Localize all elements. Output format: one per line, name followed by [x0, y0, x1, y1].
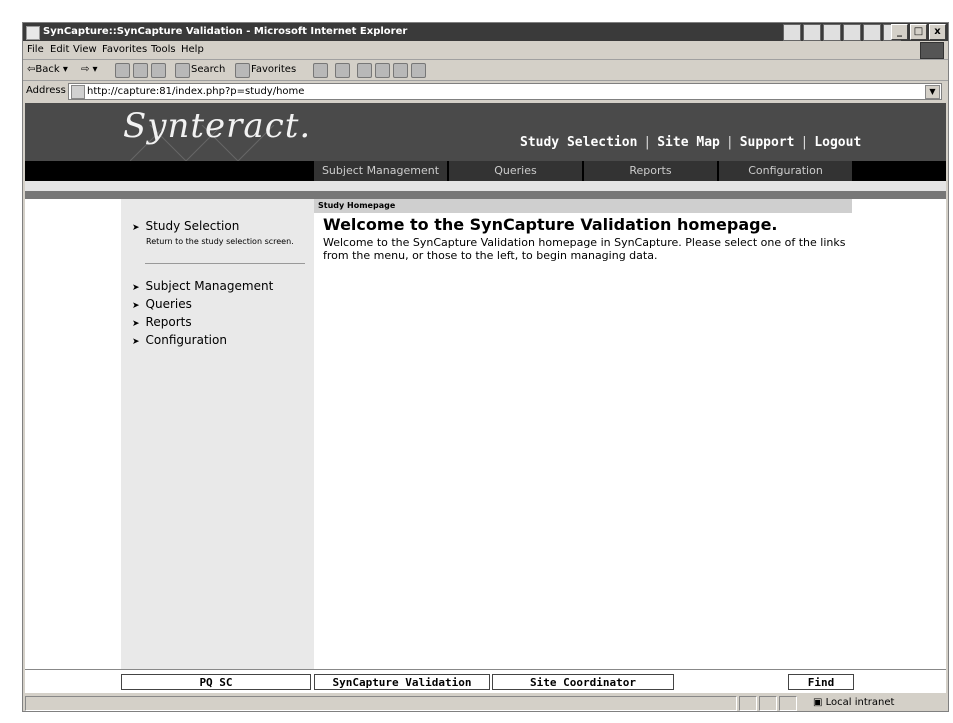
tab-queries[interactable]: Queries — [449, 161, 582, 181]
zone-indicator: ▣ Local intranet — [813, 697, 894, 708]
divider-light — [25, 181, 946, 191]
page-title: Welcome to the SynCapture Validation hom… — [323, 215, 778, 234]
clock-icon[interactable] — [863, 24, 881, 41]
minimize-button[interactable]: _ — [891, 24, 908, 40]
forward-button[interactable]: ⇨ ▾ — [81, 64, 98, 75]
status-pane — [759, 696, 777, 711]
window-icon[interactable] — [843, 24, 861, 41]
top-links: Study Selection | Site Map | Support | Logout — [520, 135, 861, 150]
section-header: Study Homepage — [314, 199, 852, 213]
window-controls: _ □ x — [891, 24, 946, 40]
study-selection-description: Return to the study selection screen. — [146, 237, 294, 246]
page-viewport: Synteract. Study Selection | Site Map | Supp… — [25, 103, 946, 693]
footer-role: Site Coordinator — [492, 674, 674, 690]
window-title: SynCapture::SynCapture Validation - Micr… — [43, 26, 408, 37]
title-bar: SynCapture::SynCapture Validation - Micr… — [23, 23, 948, 41]
find-button[interactable]: Find — [788, 674, 854, 690]
toolbar: ⇦Back ▾ ⇨ ▾ Search Favorites — [23, 60, 948, 81]
zone-label: Local intranet — [825, 697, 895, 708]
maximize-button[interactable]: □ — [910, 24, 927, 40]
synteract-logo: Synteract. — [123, 106, 312, 146]
nav-tabs: Subject Management Queries Reports Confi… — [25, 161, 946, 181]
search-button[interactable]: Search — [191, 64, 225, 75]
address-url[interactable]: http://capture:81/index.php?p=study/home — [87, 86, 304, 97]
link-site-map[interactable]: Site Map — [657, 135, 720, 150]
print-icon[interactable] — [357, 63, 372, 78]
link-logout[interactable]: Logout — [814, 135, 861, 150]
sidebar-item-label[interactable]: Configuration — [146, 333, 227, 347]
footer-user: PQ SC — [121, 674, 311, 690]
home-icon[interactable] — [151, 63, 166, 78]
sidebar-item-study-selection[interactable]: ➤ Study Selection — [132, 219, 239, 233]
arrow-icon: ➤ — [132, 223, 140, 233]
menu-favorites[interactable]: Favorites — [102, 44, 147, 55]
close-doc-icon[interactable] — [823, 24, 841, 41]
search-icon[interactable] — [175, 63, 190, 78]
arrow-icon: ➤ — [132, 319, 140, 329]
menu-help[interactable]: Help — [181, 44, 204, 55]
separator: | — [643, 135, 652, 150]
divider-dark — [25, 191, 946, 199]
favorites-button[interactable]: Favorites — [251, 64, 296, 75]
separator: | — [800, 135, 809, 150]
status-pane — [739, 696, 757, 711]
sidebar-item-label[interactable]: Subject Management — [146, 279, 274, 293]
sidebar-item-configuration[interactable]: ➤ Configuration — [132, 333, 227, 347]
link-study-selection[interactable]: Study Selection — [520, 135, 637, 150]
edit-page-icon[interactable] — [375, 63, 390, 78]
ie-icon — [26, 26, 40, 40]
messenger-icon[interactable] — [411, 63, 426, 78]
refresh-icon[interactable] — [133, 63, 148, 78]
history-icon[interactable] — [313, 63, 328, 78]
link-support[interactable]: Support — [740, 135, 795, 150]
sidebar-item-reports[interactable]: ➤ Reports — [132, 315, 192, 329]
sidebar-item-label[interactable]: Queries — [146, 297, 192, 311]
sidebar-item-label[interactable]: Study Selection — [146, 219, 240, 233]
status-pane — [779, 696, 797, 711]
back-button[interactable]: ⇦Back ▾ — [27, 64, 68, 75]
footer-study: SynCapture Validation — [314, 674, 490, 690]
ie-throbber-icon — [920, 42, 944, 59]
word-icon[interactable] — [803, 24, 821, 41]
site-banner: Synteract. Study Selection | Site Map | Supp… — [25, 103, 946, 161]
arrow-icon: ➤ — [132, 283, 140, 293]
sidebar-item-subject-management[interactable]: ➤ Subject Management — [132, 279, 273, 293]
tab-subject-management[interactable]: Subject Management — [314, 161, 447, 181]
app-icon[interactable] — [783, 24, 801, 41]
discuss-icon[interactable] — [393, 63, 408, 78]
menu-file[interactable]: File — [27, 44, 44, 55]
tab-configuration[interactable]: Configuration — [719, 161, 852, 181]
arrow-icon: ➤ — [132, 301, 140, 311]
sidebar-divider — [145, 263, 305, 264]
close-button[interactable]: x — [929, 24, 946, 40]
arrow-icon: ➤ — [132, 337, 140, 347]
tab-reports[interactable]: Reports — [584, 161, 717, 181]
left-sidebar — [121, 199, 314, 669]
menu-bar: File Edit View Favorites Tools Help — [23, 41, 948, 60]
menu-view[interactable]: View — [73, 44, 97, 55]
separator: | — [725, 135, 734, 150]
mail-icon[interactable] — [335, 63, 350, 78]
status-bar: ▣ Local intranet — [23, 695, 948, 711]
favorites-icon[interactable] — [235, 63, 250, 78]
intranet-icon: ▣ — [813, 697, 826, 708]
menu-edit[interactable]: Edit — [50, 44, 69, 55]
status-text-pane — [25, 696, 737, 711]
browser-window: SynCapture::SynCapture Validation - Micr… — [22, 22, 949, 712]
taskbar-icons — [783, 24, 901, 41]
address-input[interactable]: http://capture:81/index.php?p=study/home… — [68, 83, 942, 100]
address-label: Address — [26, 85, 66, 96]
address-dropdown-icon[interactable]: ▼ — [925, 85, 940, 99]
sidebar-item-queries[interactable]: ➤ Queries — [132, 297, 192, 311]
sidebar-item-label[interactable]: Reports — [146, 315, 192, 329]
page-icon — [71, 85, 85, 99]
stop-icon[interactable] — [115, 63, 130, 78]
welcome-text: Welcome to the SynCapture Validation hom… — [323, 236, 846, 262]
footer-bar: PQ SC SynCapture Validation Site Coordin… — [25, 669, 946, 693]
address-bar: Address http://capture:81/index.php?p=st… — [23, 81, 948, 101]
menu-tools[interactable]: Tools — [151, 44, 176, 55]
